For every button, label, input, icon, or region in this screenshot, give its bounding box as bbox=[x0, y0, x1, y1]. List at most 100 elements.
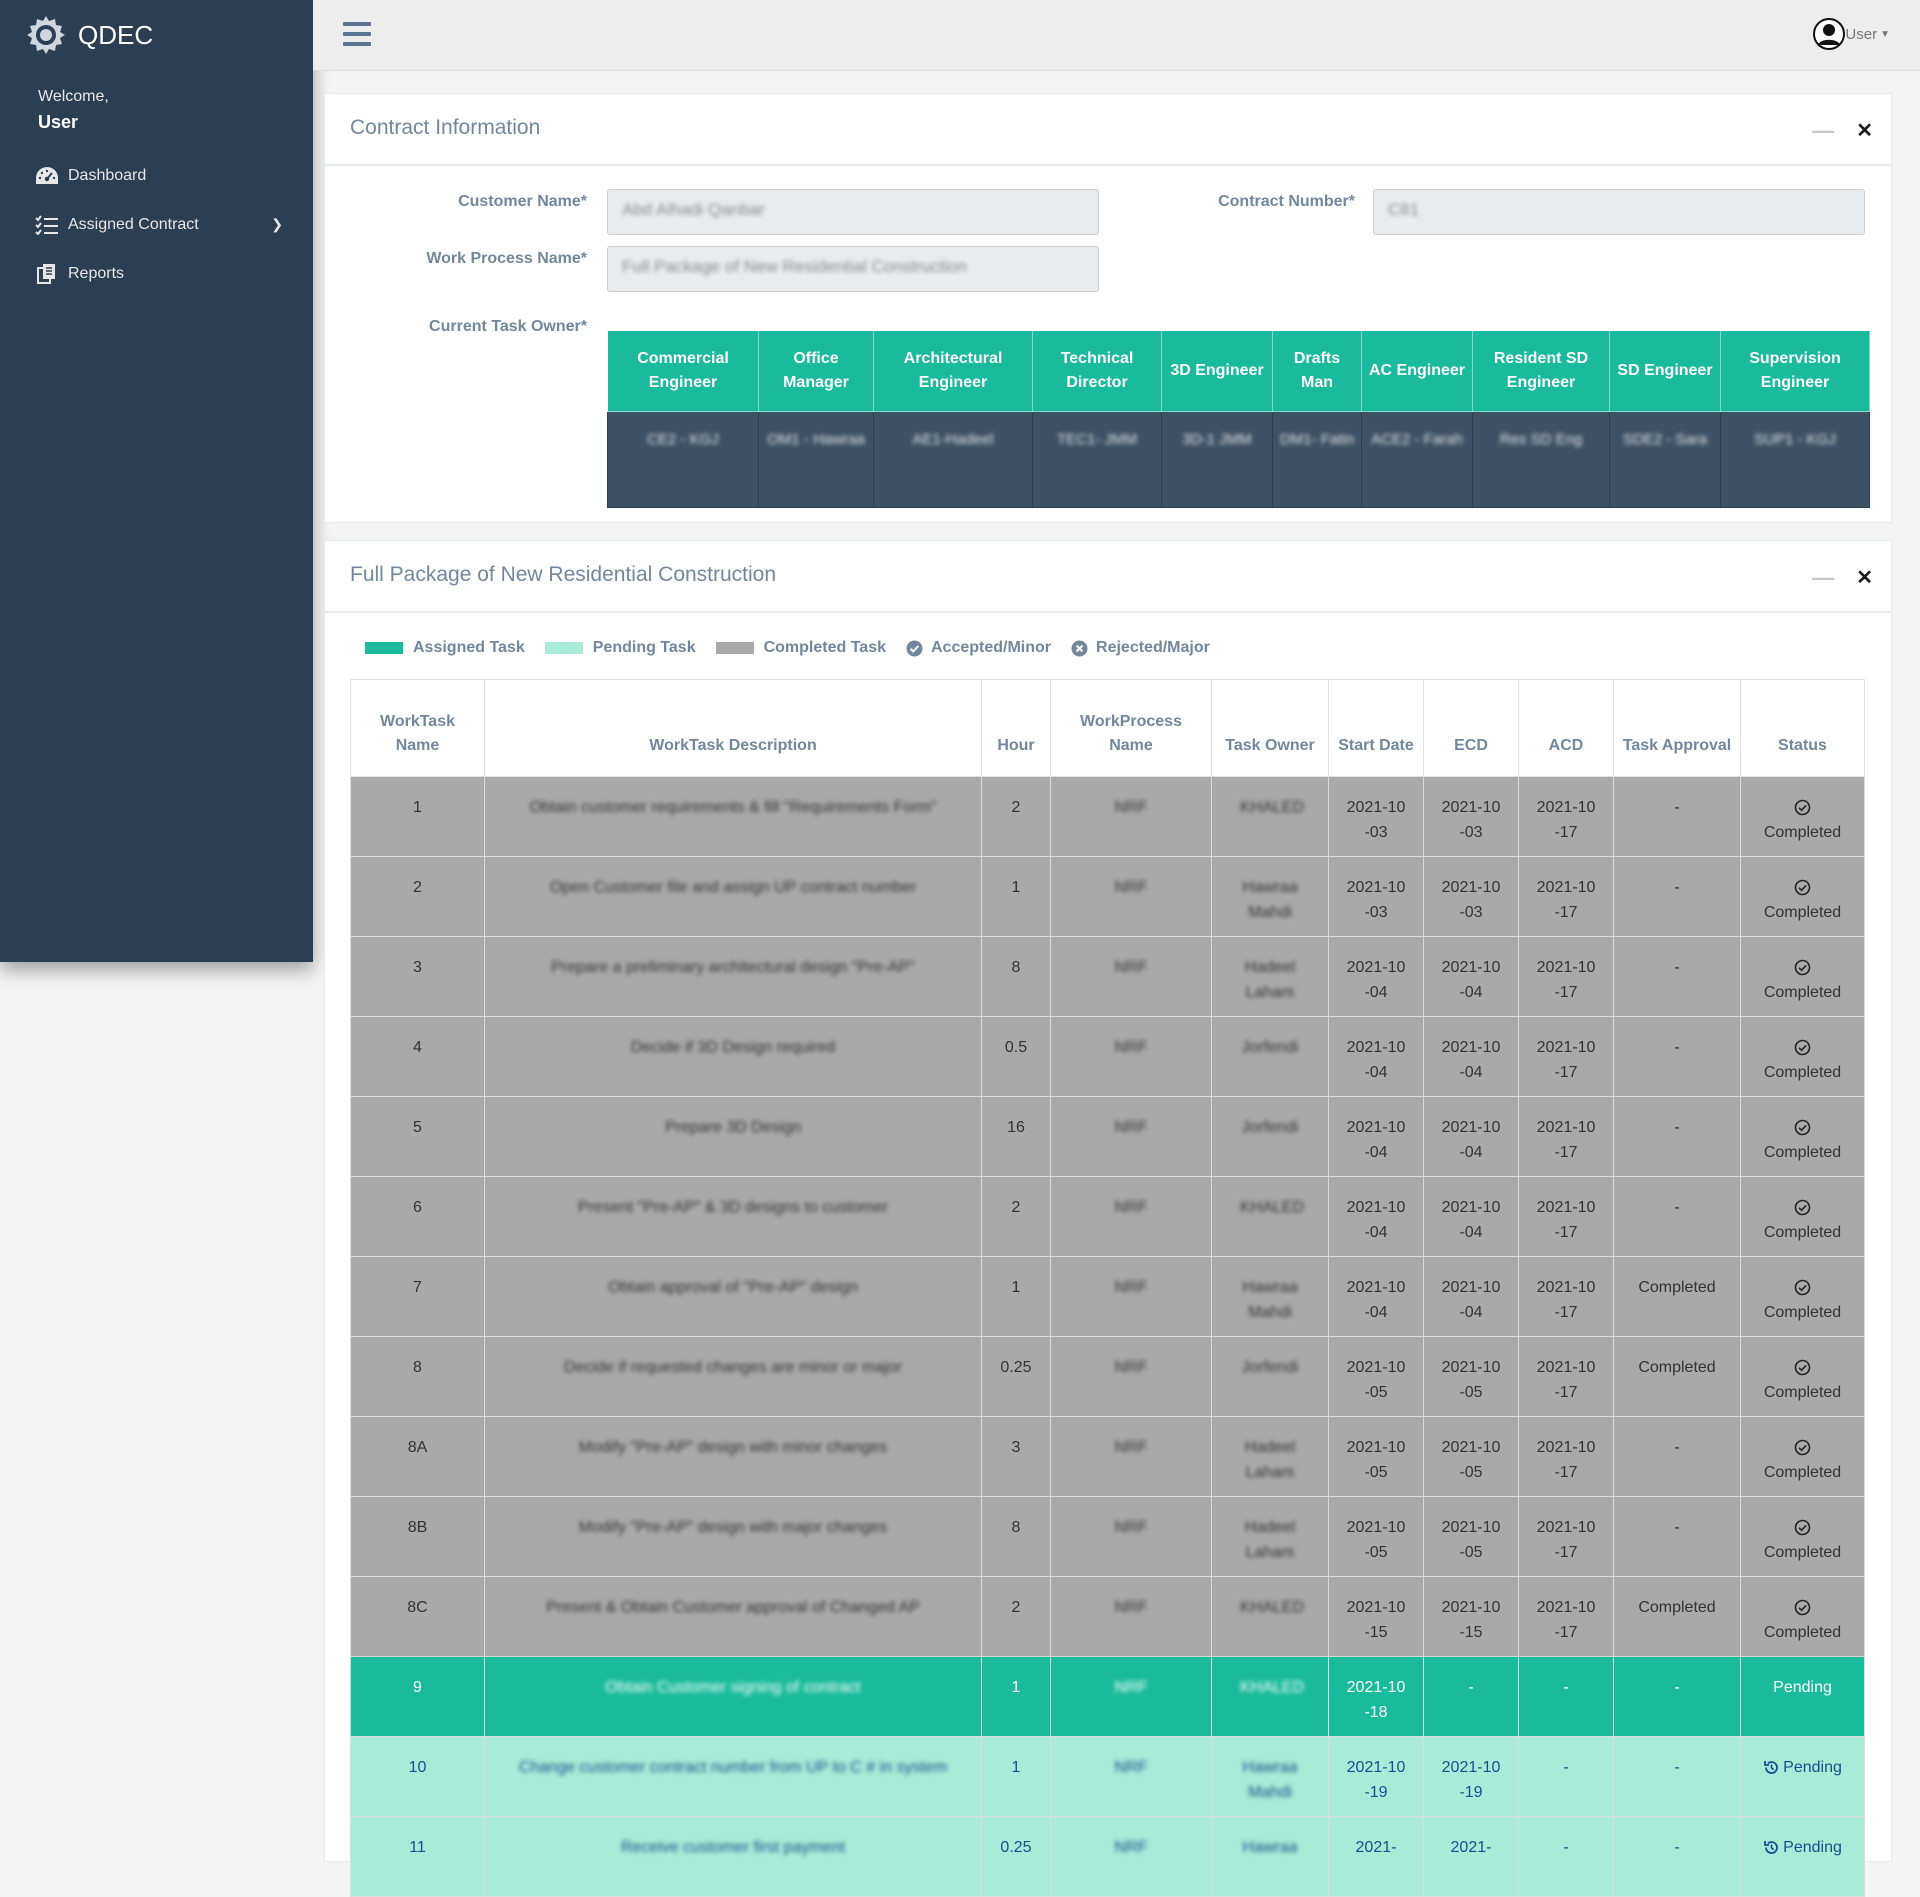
col-header[interactable]: Task Owner bbox=[1211, 679, 1329, 777]
owner-name: ACE2 - Farah bbox=[1361, 411, 1473, 508]
start-date-cell: 2021-10-03 bbox=[1328, 856, 1424, 937]
task-name-cell: 3 bbox=[350, 936, 485, 1017]
task-name-cell: 6 bbox=[350, 1176, 485, 1257]
table-row[interactable]: 8C Present & Obtain Customer approval of … bbox=[350, 1576, 1865, 1657]
work-process-cell: NRF bbox=[1050, 1176, 1212, 1257]
collapse-icon[interactable]: — bbox=[1812, 119, 1834, 141]
task-hour-cell: 8 bbox=[981, 936, 1051, 1017]
col-header[interactable]: ECD bbox=[1423, 679, 1519, 777]
task-description-cell: Receive customer first payment bbox=[484, 1816, 982, 1897]
task-approval-cell: Completed bbox=[1613, 1336, 1741, 1417]
table-row[interactable]: 5 Prepare 3D Design 16 NRF Jorfendi 2021-10-0… bbox=[350, 1096, 1865, 1177]
col-header[interactable]: WorkTask Description bbox=[484, 679, 982, 777]
customer-name-field[interactable]: Abd Alhadi Qanbar bbox=[607, 189, 1099, 235]
start-date-cell: 2021- bbox=[1328, 1816, 1424, 1897]
owner-name: AE1-Hadeel bbox=[873, 411, 1033, 508]
status-label: Completed bbox=[1763, 1304, 1842, 1321]
task-approval-cell: - bbox=[1613, 1736, 1741, 1817]
check-circle-outline-icon bbox=[1794, 1519, 1811, 1536]
task-name-cell: 8C bbox=[350, 1576, 485, 1657]
work-process-cell: NRF bbox=[1050, 1416, 1212, 1497]
sidebar: QDEC Welcome, User Dashboard Assigned Co… bbox=[0, 0, 313, 962]
task-owner-cell: Jorfendi bbox=[1211, 1096, 1329, 1177]
sidebar-item-dashboard[interactable]: Dashboard bbox=[0, 151, 313, 200]
task-hour-cell: 3 bbox=[981, 1416, 1051, 1497]
copy-icon bbox=[34, 263, 60, 285]
task-approval-cell: - bbox=[1613, 1176, 1741, 1257]
start-date-cell: 2021-10-04 bbox=[1328, 1016, 1424, 1097]
ecd-cell: 2021-10-05 bbox=[1423, 1416, 1519, 1497]
legend-rejected: Rejected/Major bbox=[1096, 639, 1210, 656]
close-icon[interactable]: ✕ bbox=[1856, 565, 1873, 590]
col-header[interactable]: WorkProcess Name bbox=[1050, 679, 1212, 777]
contract-number-label: Contract Number* bbox=[1218, 193, 1355, 210]
task-approval-cell: - bbox=[1613, 936, 1741, 1017]
legend-completed: Completed Task bbox=[763, 639, 886, 656]
check-circle-outline-icon bbox=[1794, 1199, 1811, 1216]
table-row[interactable]: 8 Decide if requested changes are minor o… bbox=[350, 1336, 1865, 1417]
owner-name: Res SD Eng bbox=[1472, 411, 1610, 508]
user-menu-label: User bbox=[1845, 25, 1878, 43]
start-date-cell: 2021-10-04 bbox=[1328, 1176, 1424, 1257]
work-process-cell: NRF bbox=[1050, 856, 1212, 937]
brand[interactable]: QDEC bbox=[0, 0, 313, 70]
history-icon bbox=[1764, 1841, 1779, 1855]
times-circle-icon bbox=[1071, 640, 1088, 656]
close-icon[interactable]: ✕ bbox=[1856, 118, 1873, 143]
start-date-cell: 2021-10-04 bbox=[1328, 1096, 1424, 1177]
acd-cell: 2021-10-17 bbox=[1518, 936, 1614, 1017]
task-owner-cell: KHALED bbox=[1211, 1576, 1329, 1657]
status-label: Completed bbox=[1763, 1544, 1842, 1561]
task-table: WorkTask Name WorkTask Description Hour … bbox=[350, 679, 1865, 1897]
task-hour-cell: 1 bbox=[981, 1736, 1051, 1817]
task-hour-cell: 0.5 bbox=[981, 1016, 1051, 1097]
user-menu[interactable]: User ▼ bbox=[1813, 18, 1890, 50]
table-row[interactable]: 1 Obtain customer requirements & fill "Re… bbox=[350, 776, 1865, 857]
start-date-cell: 2021-10-05 bbox=[1328, 1496, 1424, 1577]
task-owner-cell: Jorfendi bbox=[1211, 1336, 1329, 1417]
status-label: Completed bbox=[1763, 1464, 1842, 1481]
col-header[interactable]: Task Approval bbox=[1613, 679, 1741, 777]
task-owner-cell: Hawraa Mahdi bbox=[1211, 1256, 1329, 1337]
table-row[interactable]: 7 Obtain approval of "Pre-AP" design 1 NRF H… bbox=[350, 1256, 1865, 1337]
acd-cell: 2021-10-17 bbox=[1518, 776, 1614, 857]
task-hour-cell: 2 bbox=[981, 1176, 1051, 1257]
task-approval-cell: Completed bbox=[1613, 1256, 1741, 1337]
col-header[interactable]: Status bbox=[1740, 679, 1865, 777]
table-row[interactable]: 11 Receive customer first payment 0.25 NRF H… bbox=[350, 1816, 1865, 1897]
col-header[interactable]: ACD bbox=[1518, 679, 1614, 777]
menu-toggle-icon[interactable] bbox=[343, 22, 371, 46]
collapse-icon[interactable]: — bbox=[1812, 566, 1834, 588]
table-row[interactable]: 4 Decide if 3D Design required 0.5 NRF Jorfe… bbox=[350, 1016, 1865, 1097]
table-row[interactable]: 8A Modify "Pre-AP" design with minor chan… bbox=[350, 1416, 1865, 1497]
welcome-text: Welcome, bbox=[38, 88, 109, 105]
col-header[interactable]: Hour bbox=[981, 679, 1051, 777]
sidebar-item-assigned-contract[interactable]: Assigned Contract ❯ bbox=[0, 200, 313, 249]
task-hour-cell: 0.25 bbox=[981, 1816, 1051, 1897]
contract-number-field[interactable]: C81 bbox=[1373, 189, 1865, 235]
acd-cell: 2021-10-17 bbox=[1518, 1256, 1614, 1337]
welcome-user: User bbox=[38, 112, 79, 132]
table-row[interactable]: 9 Obtain Customer signing of contract 1 NRF… bbox=[350, 1656, 1865, 1737]
panel-title: Contract Information bbox=[350, 116, 541, 139]
task-approval-cell: Completed bbox=[1613, 1576, 1741, 1657]
table-row[interactable]: 8B Modify "Pre-AP" design with major chan… bbox=[350, 1496, 1865, 1577]
table-row[interactable]: 10 Change customer contract number from U… bbox=[350, 1736, 1865, 1817]
table-row[interactable]: 2 Open Customer file and assign UP contra… bbox=[350, 856, 1865, 937]
status-cell: Pending bbox=[1740, 1656, 1865, 1737]
status-label: Completed bbox=[1763, 1144, 1842, 1161]
table-row[interactable]: 3 Prepare a preliminary architectural des… bbox=[350, 936, 1865, 1017]
work-process-value: Full Package of New Residential Construc… bbox=[622, 257, 967, 276]
col-header[interactable]: Start Date bbox=[1328, 679, 1424, 777]
check-circle-outline-icon bbox=[1794, 1119, 1811, 1136]
task-owner-cell: Hadeel Laham bbox=[1211, 1496, 1329, 1577]
task-name-cell: 8B bbox=[350, 1496, 485, 1577]
work-process-field[interactable]: Full Package of New Residential Construc… bbox=[607, 246, 1099, 292]
status-label: Completed bbox=[1763, 1624, 1842, 1641]
acd-cell: - bbox=[1518, 1816, 1614, 1897]
table-row[interactable]: 6 Present "Pre-AP" & 3D designs to custom… bbox=[350, 1176, 1865, 1257]
acd-cell: 2021-10-17 bbox=[1518, 856, 1614, 937]
col-header[interactable]: WorkTask Name bbox=[350, 679, 485, 777]
task-name-cell: 8 bbox=[350, 1336, 485, 1417]
sidebar-item-reports[interactable]: Reports bbox=[0, 249, 313, 298]
